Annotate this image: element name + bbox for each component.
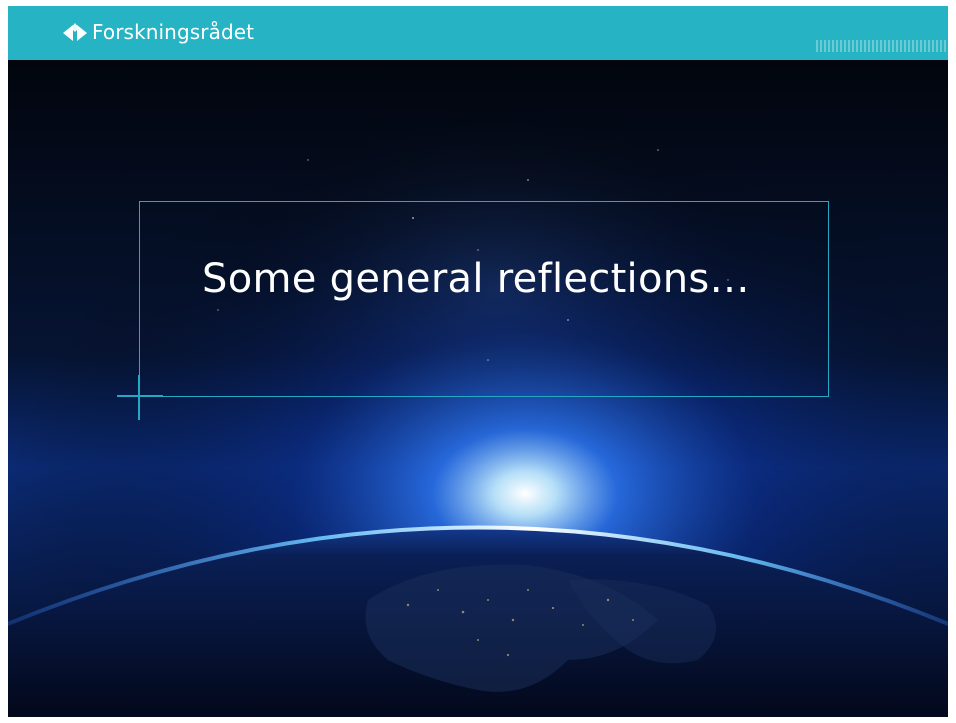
crosshair-horizontal: [117, 395, 163, 397]
crosshair-vertical: [138, 375, 140, 420]
header-bar: Forskningsrådet: [8, 6, 948, 60]
header-decoration: [816, 40, 948, 52]
brand-name: Forskningsrådet: [92, 20, 255, 44]
slide-title: Some general reflections…: [202, 256, 750, 302]
slide: Forskningsrådet Some general reflections…: [8, 6, 948, 717]
forskningsradet-logo-icon: [63, 23, 87, 41]
